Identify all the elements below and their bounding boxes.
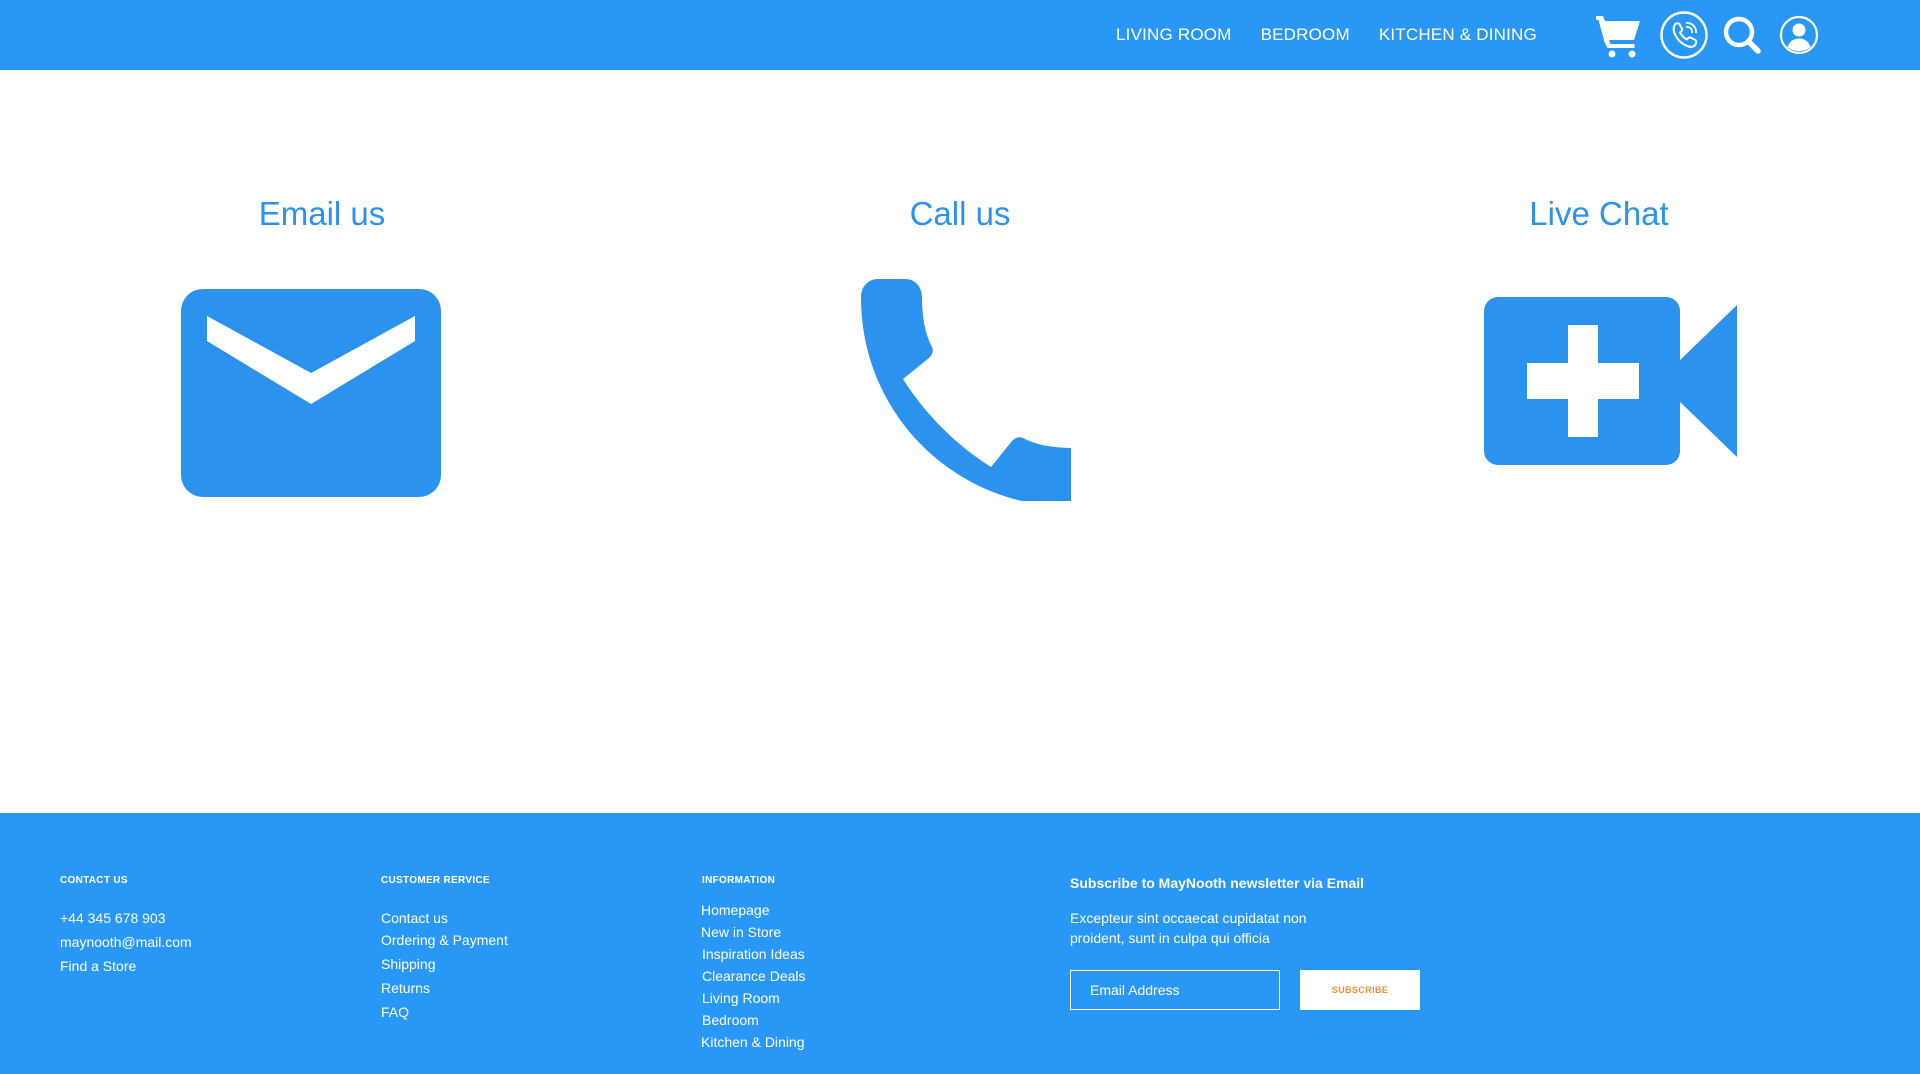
homepage-link[interactable]: Homepage [701,902,770,918]
email-us-title: Email us [258,195,386,232]
user-icon[interactable] [1774,10,1824,60]
nav-bedroom[interactable]: BEDROOM [1261,25,1350,45]
call-us-title: Call us [909,195,1011,232]
newsletter-description: Excepteur sint occaecat cupidatat non pr… [1070,910,1307,946]
email-us-option[interactable]: Email us [222,195,422,233]
phone-icon[interactable] [849,279,1071,501]
live-chat-option[interactable]: Live Chat [1499,195,1699,233]
live-chat-title: Live Chat [1529,195,1669,232]
newsletter-title: Subscribe to MayNooth newsletter via Ema… [1070,875,1365,891]
clearance-deals-link[interactable]: Clearance Deals [702,968,806,984]
new-in-store-link[interactable]: New in Store [701,924,781,940]
site-footer: CONTACT US +44 345 678 903 maynooth@mail… [0,813,1920,1074]
newsletter-email-input[interactable] [1070,970,1280,1010]
ordering-payment-link[interactable]: Ordering & Payment [381,932,508,948]
bedroom-link[interactable]: Bedroom [702,1012,759,1028]
contact-phone[interactable]: +44 345 678 903 [60,910,166,926]
kitchen-dining-link[interactable]: Kitchen & Dining [701,1034,805,1050]
search-icon[interactable] [1717,10,1767,60]
contact-us-heading: CONTACT US [60,875,128,886]
information-heading: INFORMATION [702,875,776,886]
subscribe-button[interactable]: SUBSCRIBE [1300,970,1420,1010]
find-store-link[interactable]: Find a Store [60,958,136,974]
living-room-link[interactable]: Living Room [702,990,780,1006]
site-header: LIVING ROOM BEDROOM KITCHEN & DINING [0,0,1920,70]
contact-us-link[interactable]: Contact us [381,910,448,926]
nav-kitchen-dining[interactable]: KITCHEN & DINING [1379,25,1537,45]
returns-link[interactable]: Returns [381,980,430,996]
shipping-link[interactable]: Shipping [381,956,436,972]
customer-service-heading: CUSTOMER RERVICE [381,875,490,886]
video-add-icon[interactable] [1484,297,1737,465]
cart-icon[interactable] [1594,10,1644,60]
faq-link[interactable]: FAQ [381,1004,409,1020]
phone-circle-icon[interactable] [1659,10,1709,60]
call-us-option[interactable]: Call us [860,195,1060,233]
inspiration-ideas-link[interactable]: Inspiration Ideas [702,946,805,962]
envelope-icon[interactable] [181,289,441,497]
contact-email[interactable]: maynooth@mail.com [60,934,192,950]
nav-living-room[interactable]: LIVING ROOM [1116,25,1232,45]
main-nav: LIVING ROOM BEDROOM KITCHEN & DINING [1116,0,1566,70]
